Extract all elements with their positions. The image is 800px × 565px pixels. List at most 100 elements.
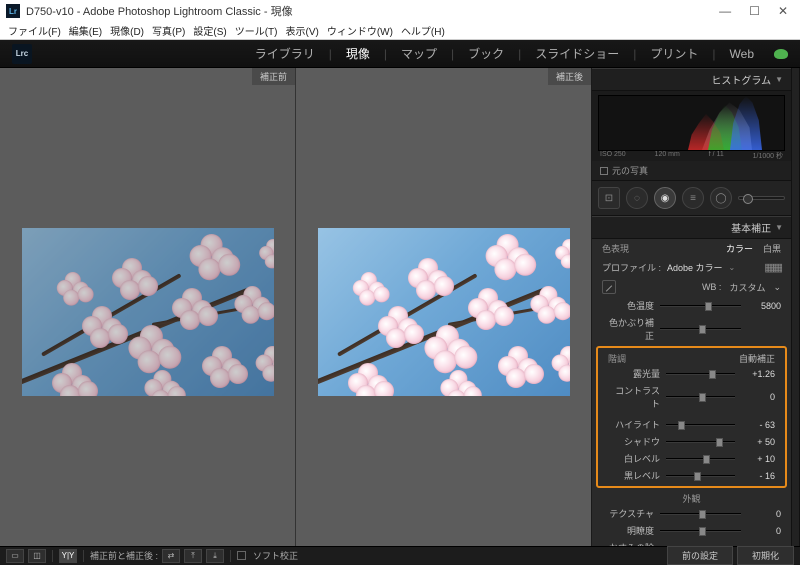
collapse-icon: ▼ bbox=[775, 223, 783, 232]
before-label: 補正前 bbox=[252, 68, 295, 85]
texture-slider[interactable] bbox=[660, 509, 741, 519]
highlights-value[interactable]: - 63 bbox=[741, 420, 775, 430]
spot-removal-tool[interactable]: ◌ bbox=[626, 187, 648, 209]
treatment-row: 色表現 カラー 白黒 bbox=[592, 239, 791, 258]
shadows-value[interactable]: + 50 bbox=[741, 437, 775, 447]
menu-window[interactable]: ウィンドウ(W) bbox=[327, 23, 393, 38]
exposure-label: 露光量 bbox=[608, 367, 660, 380]
collapse-icon: ▼ bbox=[775, 75, 783, 84]
tone-highlight-box: 階調 自動補正 露光量 +1.26 コントラスト 0 ハイライト - 63 シャ… bbox=[596, 346, 787, 488]
menu-view[interactable]: 表示(V) bbox=[285, 23, 318, 38]
radial-filter-tool[interactable]: ◯ bbox=[710, 187, 732, 209]
before-after-yy-button[interactable]: Y|Y bbox=[59, 549, 77, 563]
exposure-value[interactable]: +1.26 bbox=[741, 369, 775, 379]
shadows-label: シャドウ bbox=[608, 435, 660, 448]
before-pane: 補正前 bbox=[0, 68, 295, 546]
histogram-shutter: 1/1000 秒 bbox=[753, 151, 783, 161]
compare-split-button[interactable]: ◫ bbox=[28, 549, 46, 563]
contrast-value[interactable]: 0 bbox=[741, 392, 775, 402]
treatment-bw[interactable]: 白黒 bbox=[763, 242, 781, 255]
histogram-aperture: f / 11 bbox=[709, 151, 724, 161]
temp-label: 色温度 bbox=[602, 299, 654, 312]
wb-eyedropper-icon[interactable] bbox=[602, 280, 616, 294]
basic-title: 基本補正 bbox=[731, 220, 771, 235]
copy-after-button[interactable]: ⤓ bbox=[206, 549, 224, 563]
window-minimize-button[interactable]: — bbox=[719, 4, 731, 18]
temp-slider[interactable] bbox=[660, 301, 741, 311]
menu-tools[interactable]: ツール(T) bbox=[235, 23, 278, 38]
previous-settings-button[interactable]: 前の設定 bbox=[667, 546, 733, 565]
softproof-checkbox[interactable] bbox=[237, 551, 246, 560]
checkbox-icon bbox=[600, 167, 608, 175]
clarity-label: 明瞭度 bbox=[602, 524, 654, 537]
graduated-filter-tool[interactable]: ≡ bbox=[682, 187, 704, 209]
tool-strip: ⊡ ◌ ◉ ≡ ◯ bbox=[592, 181, 791, 216]
histogram-header[interactable]: ヒストグラム ▼ bbox=[592, 68, 791, 91]
module-develop[interactable]: 現像 bbox=[346, 45, 370, 62]
texture-label: テクスチャ bbox=[602, 507, 654, 520]
cloud-sync-icon[interactable] bbox=[774, 49, 788, 59]
softproof-label: ソフト校正 bbox=[253, 549, 298, 562]
clarity-value[interactable]: 0 bbox=[747, 526, 781, 536]
presence-header: 外観 bbox=[682, 492, 700, 505]
original-photo-label: 元の写真 bbox=[612, 164, 648, 177]
redeye-tool[interactable]: ◉ bbox=[654, 187, 676, 209]
module-print[interactable]: プリント bbox=[650, 45, 698, 62]
whites-value[interactable]: + 10 bbox=[741, 454, 775, 464]
copy-before-button[interactable]: ⤒ bbox=[184, 549, 202, 563]
histogram[interactable]: ISO 250 120 mm f / 11 1/1000 秒 bbox=[592, 91, 791, 161]
menu-help[interactable]: ヘルプ(H) bbox=[401, 23, 445, 38]
after-image[interactable] bbox=[318, 228, 570, 396]
compare-mode-label: 補正前と補正後 : bbox=[90, 549, 158, 562]
whites-slider[interactable] bbox=[666, 454, 735, 464]
original-photo-toggle[interactable]: 元の写真 bbox=[592, 161, 791, 181]
whites-label: 白レベル bbox=[608, 452, 660, 465]
swap-button[interactable]: ⇄ bbox=[162, 549, 180, 563]
profile-browser-icon[interactable]: ▦▦ bbox=[764, 261, 781, 274]
before-image[interactable] bbox=[22, 228, 274, 396]
wb-value[interactable]: カスタム bbox=[729, 281, 765, 294]
profile-label: プロファイル : bbox=[602, 261, 661, 274]
contrast-label: コントラスト bbox=[608, 384, 660, 410]
wb-label: WB : bbox=[702, 282, 722, 292]
basic-header[interactable]: 基本補正 ▼ bbox=[592, 216, 791, 239]
highlights-slider[interactable] bbox=[666, 420, 735, 430]
module-web[interactable]: Web bbox=[730, 47, 754, 61]
loupe-view-button[interactable]: ▭ bbox=[6, 549, 24, 563]
treatment-color[interactable]: カラー bbox=[726, 242, 753, 255]
after-label: 補正後 bbox=[548, 68, 591, 85]
tone-header: 階調 bbox=[608, 352, 626, 365]
bottom-toolbar: ▭ ◫ Y|Y 補正前と補正後 : ⇄ ⤒ ⤓ ソフト校正 前の設定 初期化 bbox=[0, 546, 800, 564]
module-library[interactable]: ライブラリ bbox=[255, 45, 315, 62]
shadows-slider[interactable] bbox=[666, 437, 735, 447]
texture-value[interactable]: 0 bbox=[747, 509, 781, 519]
mask-slider[interactable] bbox=[738, 196, 785, 200]
histogram-title: ヒストグラム bbox=[711, 72, 771, 87]
auto-tone-button[interactable]: 自動補正 bbox=[739, 352, 775, 365]
panel-collapse-bar[interactable] bbox=[791, 68, 800, 546]
module-book[interactable]: ブック bbox=[468, 45, 504, 62]
clarity-slider[interactable] bbox=[660, 526, 741, 536]
right-panel: ヒストグラム ▼ ISO 250 120 mm f / 11 1/1000 秒 … bbox=[591, 68, 791, 546]
compare-view: 補正前 補正後 bbox=[0, 68, 591, 546]
menu-settings[interactable]: 設定(S) bbox=[193, 23, 226, 38]
profile-row[interactable]: プロファイル : Adobe カラー ⌄ ▦▦ bbox=[592, 258, 791, 277]
blacks-slider[interactable] bbox=[666, 471, 735, 481]
blacks-value[interactable]: - 16 bbox=[741, 471, 775, 481]
window-maximize-button[interactable]: ☐ bbox=[749, 4, 760, 18]
crop-tool[interactable]: ⊡ bbox=[598, 187, 620, 209]
reset-button[interactable]: 初期化 bbox=[737, 546, 794, 565]
module-slideshow[interactable]: スライドショー bbox=[535, 45, 619, 62]
tint-slider[interactable] bbox=[660, 324, 741, 334]
profile-value: Adobe カラー bbox=[667, 261, 723, 274]
chevron-down-icon: ⌄ bbox=[773, 282, 781, 293]
exposure-slider[interactable] bbox=[666, 369, 735, 379]
histogram-iso: ISO 250 bbox=[600, 151, 626, 161]
blacks-label: 黒レベル bbox=[608, 469, 660, 482]
module-map[interactable]: マップ bbox=[401, 45, 437, 62]
module-picker: ライブラリ| 現像| マップ| ブック| スライドショー| プリント| Web bbox=[255, 45, 788, 62]
highlights-label: ハイライト bbox=[608, 418, 660, 431]
window-close-button[interactable]: ✕ bbox=[778, 4, 788, 18]
contrast-slider[interactable] bbox=[666, 392, 735, 402]
temp-value[interactable]: 5800 bbox=[747, 301, 781, 311]
